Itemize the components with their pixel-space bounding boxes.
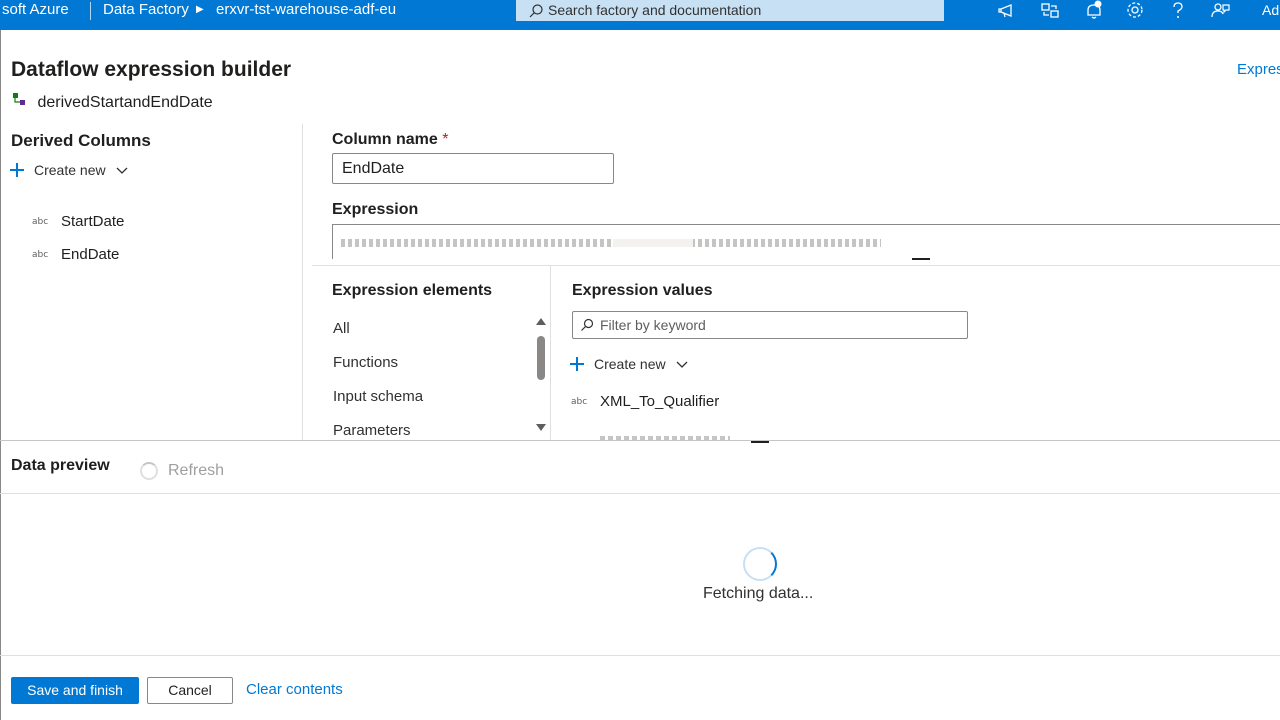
refresh-label: Refresh bbox=[168, 462, 225, 479]
scroll-up-icon[interactable] bbox=[536, 318, 546, 325]
string-type-badge: abc bbox=[571, 396, 588, 407]
help-icon[interactable] bbox=[1167, 0, 1189, 22]
search-icon bbox=[581, 318, 594, 331]
element-item-functions[interactable]: Functions bbox=[333, 354, 398, 371]
value-item-label: XML_To_Qualifier bbox=[600, 393, 720, 410]
expression-link[interactable]: Expres bbox=[1237, 61, 1280, 78]
expression-selection bbox=[613, 239, 693, 247]
save-and-finish-button[interactable]: Save and finish bbox=[11, 677, 139, 704]
expression-label: Expression bbox=[332, 201, 419, 218]
refresh-button[interactable]: Refresh bbox=[140, 462, 224, 480]
scroll-down-icon[interactable] bbox=[536, 424, 546, 431]
panel-divider bbox=[550, 266, 551, 440]
chevron-down-icon bbox=[116, 167, 128, 174]
filter-input[interactable]: Filter by keyword bbox=[572, 311, 968, 339]
derived-column-label: StartDate bbox=[61, 213, 125, 230]
derived-column-label: EndDate bbox=[61, 246, 120, 263]
expression-editor[interactable] bbox=[332, 224, 1280, 259]
brand-separator bbox=[90, 2, 91, 20]
panel-edge bbox=[0, 30, 1, 720]
column-name-input[interactable]: EndDate bbox=[332, 153, 614, 184]
elements-scrollbar[interactable] bbox=[536, 318, 547, 436]
divider bbox=[0, 493, 1280, 494]
top-search-input[interactable]: Search factory and documentation bbox=[516, 0, 944, 21]
column-name-label-text: Column name bbox=[332, 131, 438, 148]
divider bbox=[312, 265, 1280, 266]
feedback-icon[interactable] bbox=[1210, 0, 1232, 22]
loading-status: Fetching data... bbox=[703, 585, 814, 602]
string-type-badge: abc bbox=[32, 249, 49, 260]
panel-divider bbox=[302, 124, 303, 440]
divider bbox=[0, 655, 1280, 656]
derived-column-icon bbox=[13, 93, 25, 105]
values-create-new-label: Create new bbox=[594, 356, 666, 372]
column-name-label: Column name * bbox=[332, 131, 448, 149]
mouse-cursor bbox=[912, 258, 930, 260]
breadcrumb-resource[interactable]: erxvr-tst-warehouse-adf-eu bbox=[216, 0, 396, 20]
values-create-new-button[interactable]: Create new bbox=[570, 356, 688, 372]
notifications-icon[interactable] bbox=[1083, 0, 1105, 22]
search-icon bbox=[529, 4, 543, 18]
derived-create-new-button[interactable]: Create new bbox=[10, 162, 128, 178]
divider bbox=[0, 440, 1280, 441]
clear-contents-link[interactable]: Clear contents bbox=[246, 681, 343, 698]
derived-columns-title: Derived Columns bbox=[11, 131, 151, 150]
expression-values-title: Expression values bbox=[572, 282, 713, 299]
plus-icon bbox=[10, 163, 24, 177]
brand-name[interactable]: soft Azure bbox=[0, 0, 69, 30]
breadcrumb-service[interactable]: Data Factory bbox=[103, 0, 189, 20]
top-bar: soft Azure Data Factory ▶ erxvr-tst-ware… bbox=[0, 0, 1280, 30]
user-initials[interactable]: Ad bbox=[1262, 0, 1279, 20]
page-title: Dataflow expression builder bbox=[11, 58, 292, 81]
switch-directory-icon[interactable] bbox=[1039, 0, 1061, 22]
data-preview-title: Data preview bbox=[11, 457, 110, 474]
announcement-icon[interactable] bbox=[997, 0, 1019, 22]
page-subtitle: derivedStartandEndDate bbox=[11, 92, 213, 112]
chevron-down-icon bbox=[676, 361, 688, 368]
element-item-input-schema[interactable]: Input schema bbox=[333, 388, 423, 405]
refresh-icon bbox=[140, 462, 158, 480]
value-item[interactable]: abc XML_To_Qualifier bbox=[571, 393, 719, 410]
expression-elements-title: Expression elements bbox=[332, 282, 493, 299]
derived-column-item[interactable]: abc StartDate bbox=[32, 213, 124, 230]
cancel-button[interactable]: Cancel bbox=[147, 677, 233, 704]
required-mark: * bbox=[442, 131, 449, 148]
loading-spinner-icon bbox=[743, 547, 777, 581]
scroll-thumb[interactable] bbox=[537, 336, 545, 380]
element-item-parameters[interactable]: Parameters bbox=[333, 422, 411, 439]
settings-icon[interactable] bbox=[1124, 0, 1146, 22]
element-item-all[interactable]: All bbox=[333, 320, 350, 337]
derived-column-item[interactable]: abc EndDate bbox=[32, 246, 119, 263]
filter-placeholder: Filter by keyword bbox=[600, 317, 706, 333]
subtitle-text: derivedStartandEndDate bbox=[37, 94, 213, 111]
search-placeholder: Search factory and documentation bbox=[548, 2, 762, 18]
string-type-badge: abc bbox=[32, 216, 49, 227]
plus-icon bbox=[570, 357, 584, 371]
expression-text-blur bbox=[341, 239, 881, 247]
derived-create-new-label: Create new bbox=[34, 162, 106, 178]
breadcrumb-arrow-icon: ▶ bbox=[196, 4, 204, 15]
